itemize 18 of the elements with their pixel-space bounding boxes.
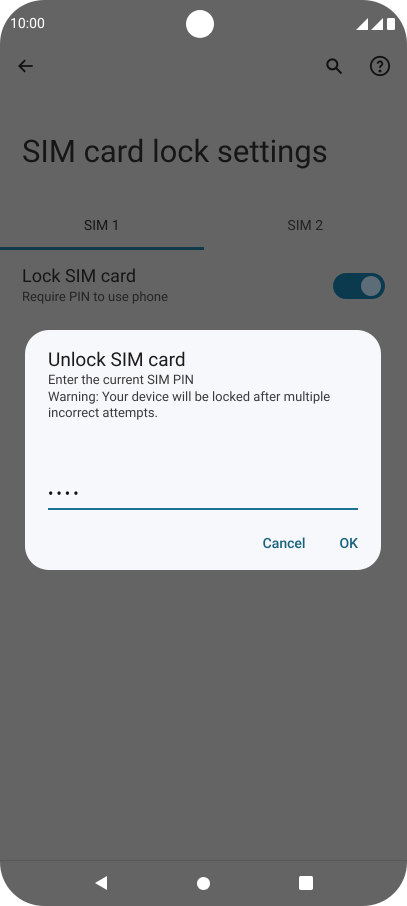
dialog-button[interactable]: OK [332,530,366,559]
status-time: 10:00 [10,14,45,34]
dialog-button[interactable]: Cancel [254,530,314,559]
pin-field[interactable]: •••• [48,478,358,510]
setting-subtitle: Require PIN to use phone [22,289,169,307]
dialog-message: Enter the current SIM PIN [48,373,195,389]
setting-title: Lock SIM card [22,265,138,289]
recents-nav-icon[interactable] [298,876,313,890]
search-icon[interactable] [324,56,344,76]
back-nav-icon[interactable] [94,875,108,891]
status-icons [355,17,397,31]
page-title: SIM card lock settings [21,132,329,172]
camera-cutout-icon [186,10,214,38]
toggle-switch[interactable] [333,273,385,299]
dialog-message: Warning: Your device will be locked after multiple incorrect attempts. [48,390,332,422]
home-nav-icon[interactable] [196,876,210,890]
dialog-title: Unlock SIM card [48,348,187,372]
help-icon[interactable] [369,55,391,77]
